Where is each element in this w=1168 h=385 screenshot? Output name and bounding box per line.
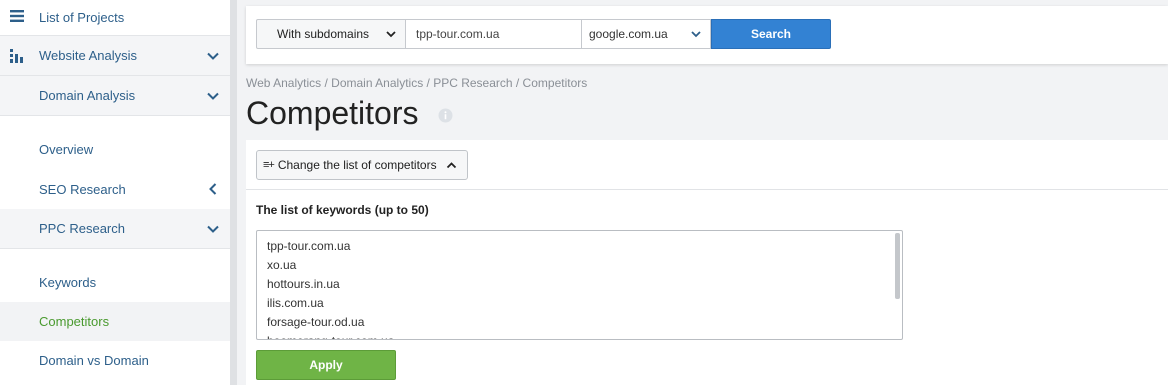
subdomains-select[interactable]: With subdomains (256, 19, 406, 49)
sidebar-item-label: Keywords (39, 275, 97, 290)
chevron-down-icon (207, 225, 219, 233)
sidebar: List of Projects Website Analysis Domain… (0, 0, 230, 385)
sidebar-item-website-analysis[interactable]: Website Analysis (0, 36, 230, 76)
sidebar-item-label: Domain vs Domain (39, 353, 149, 368)
panel-header: ≡+ Change the list of competitors (246, 140, 1168, 190)
change-competitors-label: Change the list of competitors (277, 158, 437, 172)
keyword-line: xo.ua (267, 258, 297, 272)
sidebar-item-domain-vs-domain[interactable]: Domain vs Domain (0, 341, 230, 380)
sidebar-item-keywords[interactable]: Keywords (0, 263, 230, 302)
sidebar-item-overview[interactable]: Overview (0, 130, 230, 169)
sidebar-item-label: Website Analysis (39, 48, 138, 63)
sidebar-item-label: SEO Research (39, 181, 126, 197)
keywords-list: tpp-tour.com.ua xo.ua hottours.in.ua ilis.c… (267, 237, 394, 339)
chevron-down-icon (691, 31, 701, 38)
keyword-line: tpp-tour.com.ua (267, 239, 351, 253)
keyword-line: forsage-tour.od.ua (267, 315, 365, 329)
hamburger-menu-icon[interactable] (9, 8, 25, 24)
search-bar: With subdomains tpp-tour.com.ua google.c… (246, 6, 1168, 64)
sidebar-item-label: Overview (39, 142, 94, 157)
keyword-line: hottours.in.ua (267, 277, 340, 291)
chevron-left-icon (209, 183, 217, 195)
sidebar-item-domain-analysis[interactable]: Domain Analysis (0, 76, 230, 116)
sidebar-item-ppc-research[interactable]: PPC Research (0, 209, 230, 249)
chevron-down-icon (207, 52, 219, 60)
keyword-line: ilis.com.ua (267, 296, 324, 310)
search-button[interactable]: Search (711, 19, 831, 49)
chevron-down-icon (207, 92, 219, 100)
sidebar-divider[interactable] (230, 0, 237, 385)
domain-input[interactable]: tpp-tour.com.ua (405, 19, 582, 49)
domain-input-value: tpp-tour.com.ua (416, 27, 500, 41)
sidebar-item-list-of-projects[interactable]: List of Projects (0, 0, 230, 36)
sidebar-item-competitors[interactable]: Competitors (0, 302, 230, 341)
analytics-icon (10, 49, 23, 63)
list-add-icon: ≡+ (263, 159, 275, 171)
scrollbar-thumb[interactable] (895, 233, 900, 299)
keywords-textarea[interactable]: tpp-tour.com.ua xo.ua hottours.in.ua ilis.c… (256, 230, 903, 340)
page-title: Competitors (246, 95, 419, 131)
sidebar-item-label: Competitors (39, 314, 110, 329)
keyword-line: boomerang-tour.com.ua (267, 332, 394, 339)
info-icon[interactable] (438, 108, 453, 123)
sidebar-item-label: PPC Research (39, 221, 125, 236)
apply-button[interactable]: Apply (256, 350, 396, 380)
keywords-list-label: The list of keywords (up to 50) (256, 203, 429, 217)
breadcrumb[interactable]: Web Analytics / Domain Analytics / PPC R… (246, 76, 587, 90)
chevron-down-icon (386, 31, 396, 38)
search-engine-value: google.com.ua (589, 27, 668, 41)
chevron-up-icon (446, 161, 457, 168)
search-engine-select[interactable]: google.com.ua (581, 19, 711, 49)
sidebar-item-label: List of Projects (39, 10, 125, 25)
sidebar-item-label: Domain Analysis (39, 88, 136, 103)
sidebar-item-seo-research[interactable]: SEO Research (0, 169, 230, 209)
change-competitors-button[interactable]: ≡+ Change the list of competitors (256, 150, 468, 180)
subdomains-select-label: With subdomains (277, 27, 370, 41)
competitors-panel: ≡+ Change the list of competitors The li… (246, 140, 1168, 385)
